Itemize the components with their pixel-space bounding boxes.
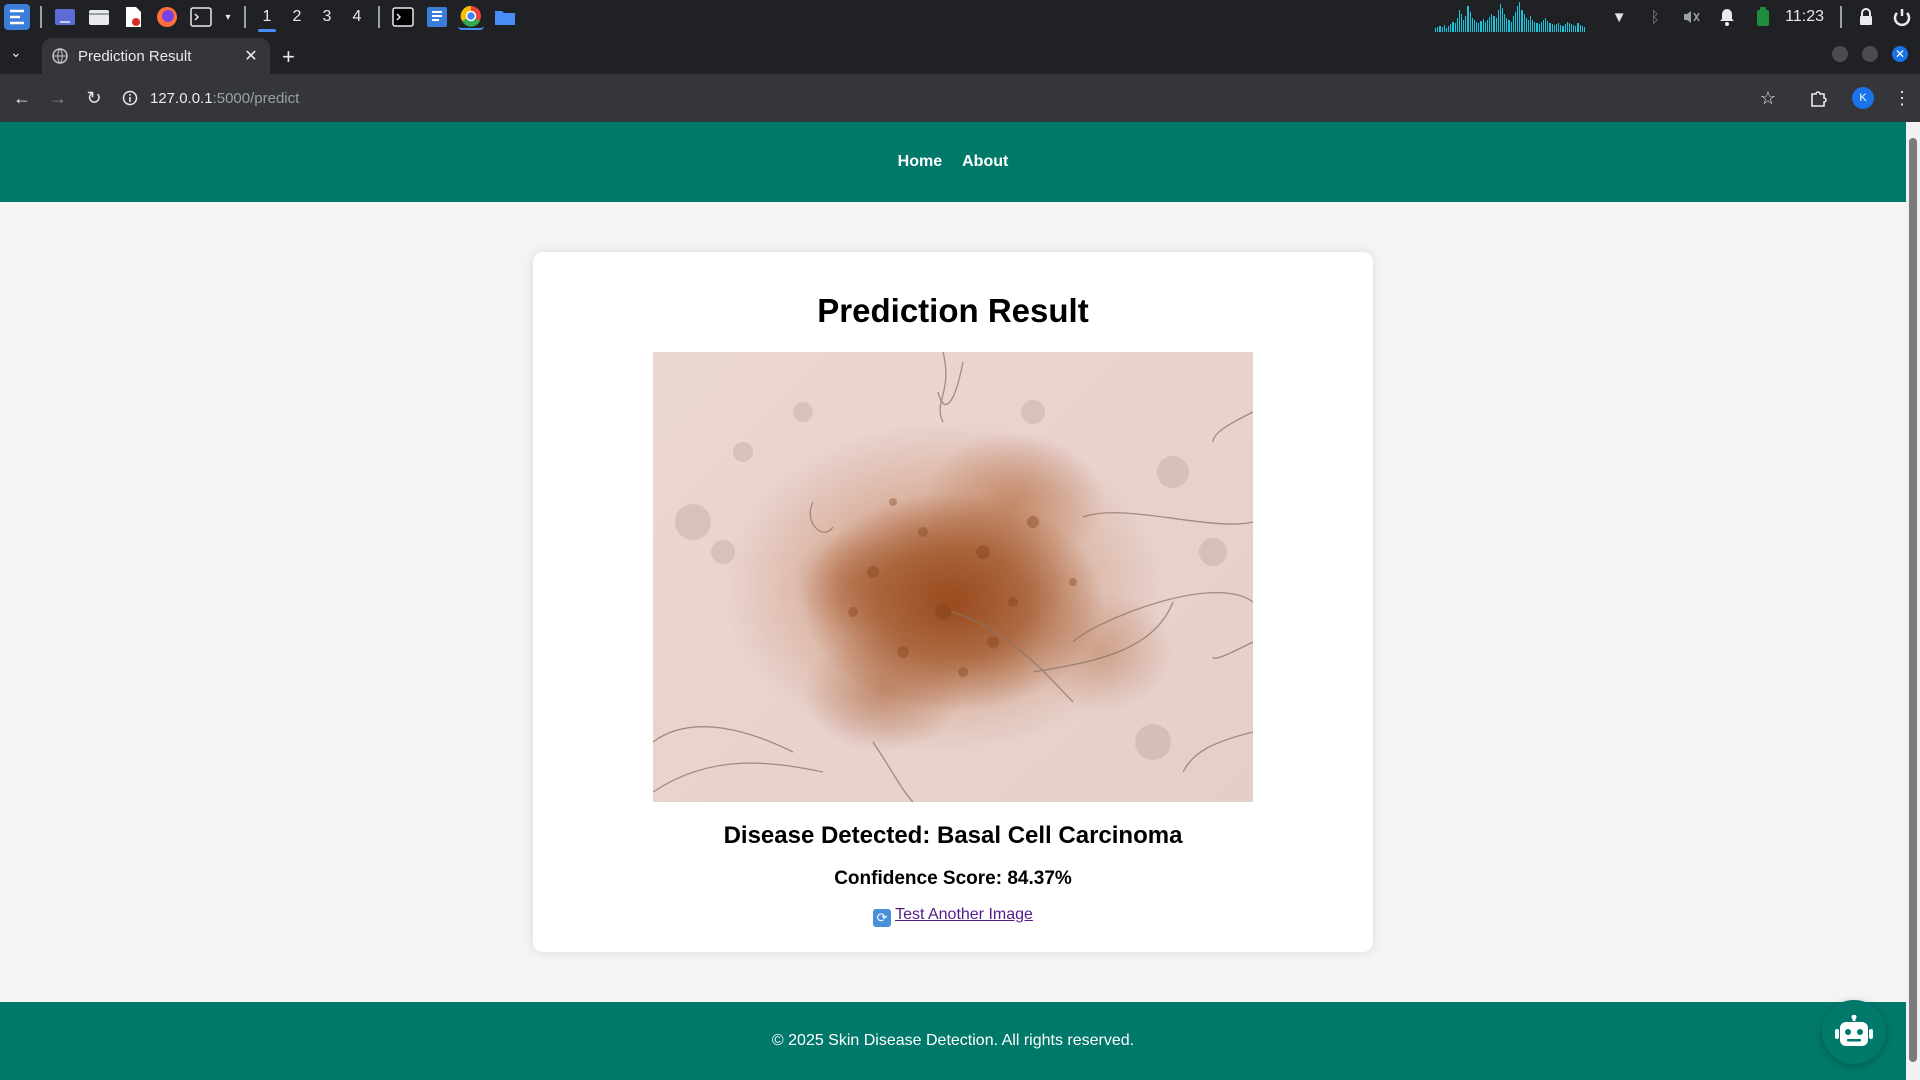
nav-home-link[interactable]: Home (898, 153, 942, 171)
file-manager-icon[interactable] (86, 4, 112, 30)
tab-search-icon[interactable]: ⌄ (10, 44, 22, 61)
test-another-image-label: Test Another Image (895, 906, 1033, 923)
url-path: :5000/predict (212, 89, 300, 107)
desktop-taskbar: ▾ 1 2 3 4 ▼ ᛒ 11:23 (0, 0, 1920, 34)
refresh-icon: ⟳ (873, 909, 892, 927)
confidence-score-text: Confidence Score: 84.37% (834, 868, 1072, 889)
globe-icon (52, 48, 68, 64)
workspace-2[interactable]: 2 (282, 0, 312, 34)
workspace-4[interactable]: 4 (342, 0, 372, 34)
footer-copyright: © 2025 Skin Disease Detection. All right… (771, 1032, 1135, 1049)
taskbar-separator (378, 6, 380, 28)
power-icon[interactable] (1892, 7, 1912, 27)
chatbot-button[interactable] (1822, 1000, 1886, 1064)
tab-title: Prediction Result (78, 47, 192, 65)
forward-arrow-icon[interactable]: → (40, 80, 76, 116)
terminal-window-icon[interactable] (390, 4, 416, 30)
taskbar-separator (1840, 6, 1842, 28)
window-controls: ✕ (1832, 46, 1908, 62)
page-title: Prediction Result (817, 292, 1089, 329)
minimize-button[interactable] (1832, 46, 1848, 62)
robot-icon (1835, 1015, 1873, 1046)
tab-close-icon[interactable]: ✕ (242, 46, 260, 66)
chevron-down-icon[interactable]: ▾ (222, 4, 234, 30)
page-scrollbar[interactable] (1906, 122, 1920, 1080)
wifi-icon[interactable]: ▼ (1609, 7, 1629, 27)
app-launcher-icon[interactable] (4, 4, 30, 30)
extensions-icon[interactable] (1800, 80, 1836, 116)
scrollbar-thumb[interactable] (1909, 138, 1917, 1062)
tab-prediction-result[interactable]: Prediction Result ✕ (42, 38, 270, 74)
volume-muted-icon[interactable] (1681, 7, 1701, 27)
site-footer: © 2025 Skin Disease Detection. All right… (0, 1002, 1906, 1080)
result-card: Prediction Result Disease Detected: Basa… (533, 252, 1373, 952)
chrome-icon[interactable] (458, 4, 484, 30)
terminal-icon[interactable] (188, 4, 214, 30)
clock[interactable]: 11:23 (1785, 8, 1824, 26)
firefox-icon[interactable] (154, 4, 180, 30)
address-bar[interactable]: 127.0.0.1:5000/predict (122, 80, 1742, 116)
desktop-icon[interactable] (52, 4, 78, 30)
url-host: 127.0.0.1 (150, 89, 213, 107)
page-viewport: Home About Prediction Result Disease Det… (0, 122, 1906, 1080)
taskbar-separator (40, 6, 42, 28)
maximize-button[interactable] (1862, 46, 1878, 62)
notification-bell-icon[interactable] (1717, 7, 1737, 27)
bluetooth-icon[interactable]: ᛒ (1645, 7, 1665, 27)
test-another-image-link[interactable]: ⟳ Test Another Image (873, 906, 1033, 927)
folder-icon[interactable] (492, 4, 518, 30)
reload-icon[interactable]: ↻ (76, 80, 112, 116)
disease-detected-text: Disease Detected: Basal Cell Carcinoma (723, 822, 1183, 849)
text-editor-icon[interactable] (424, 4, 450, 30)
close-window-button[interactable]: ✕ (1892, 46, 1908, 62)
new-tab-icon[interactable]: + (282, 44, 295, 70)
back-arrow-icon[interactable]: ← (4, 80, 40, 116)
browser-toolbar: ← → ↻ 127.0.0.1:5000/predict ☆ K ⋮ (0, 74, 1920, 122)
site-info-icon[interactable] (122, 90, 138, 106)
workspace-3[interactable]: 3 (312, 0, 342, 34)
nav-about-link[interactable]: About (962, 153, 1008, 171)
lock-icon[interactable] (1856, 7, 1876, 27)
workspace-1[interactable]: 1 (252, 0, 282, 34)
battery-icon[interactable] (1753, 7, 1773, 27)
profile-avatar[interactable]: K (1852, 87, 1874, 109)
cpu-graph (1435, 2, 1586, 32)
site-header: Home About (0, 122, 1906, 202)
retry-container: ⟳ Test Another Image (533, 906, 1373, 927)
document-viewer-icon[interactable] (120, 4, 146, 30)
browser-tabstrip: ⌄ Prediction Result ✕ + ✕ (0, 34, 1920, 74)
more-menu-icon[interactable]: ⋮ (1884, 80, 1920, 116)
taskbar-separator (244, 6, 246, 28)
bookmark-star-icon[interactable]: ☆ (1750, 80, 1786, 116)
uploaded-skin-image (653, 352, 1253, 802)
